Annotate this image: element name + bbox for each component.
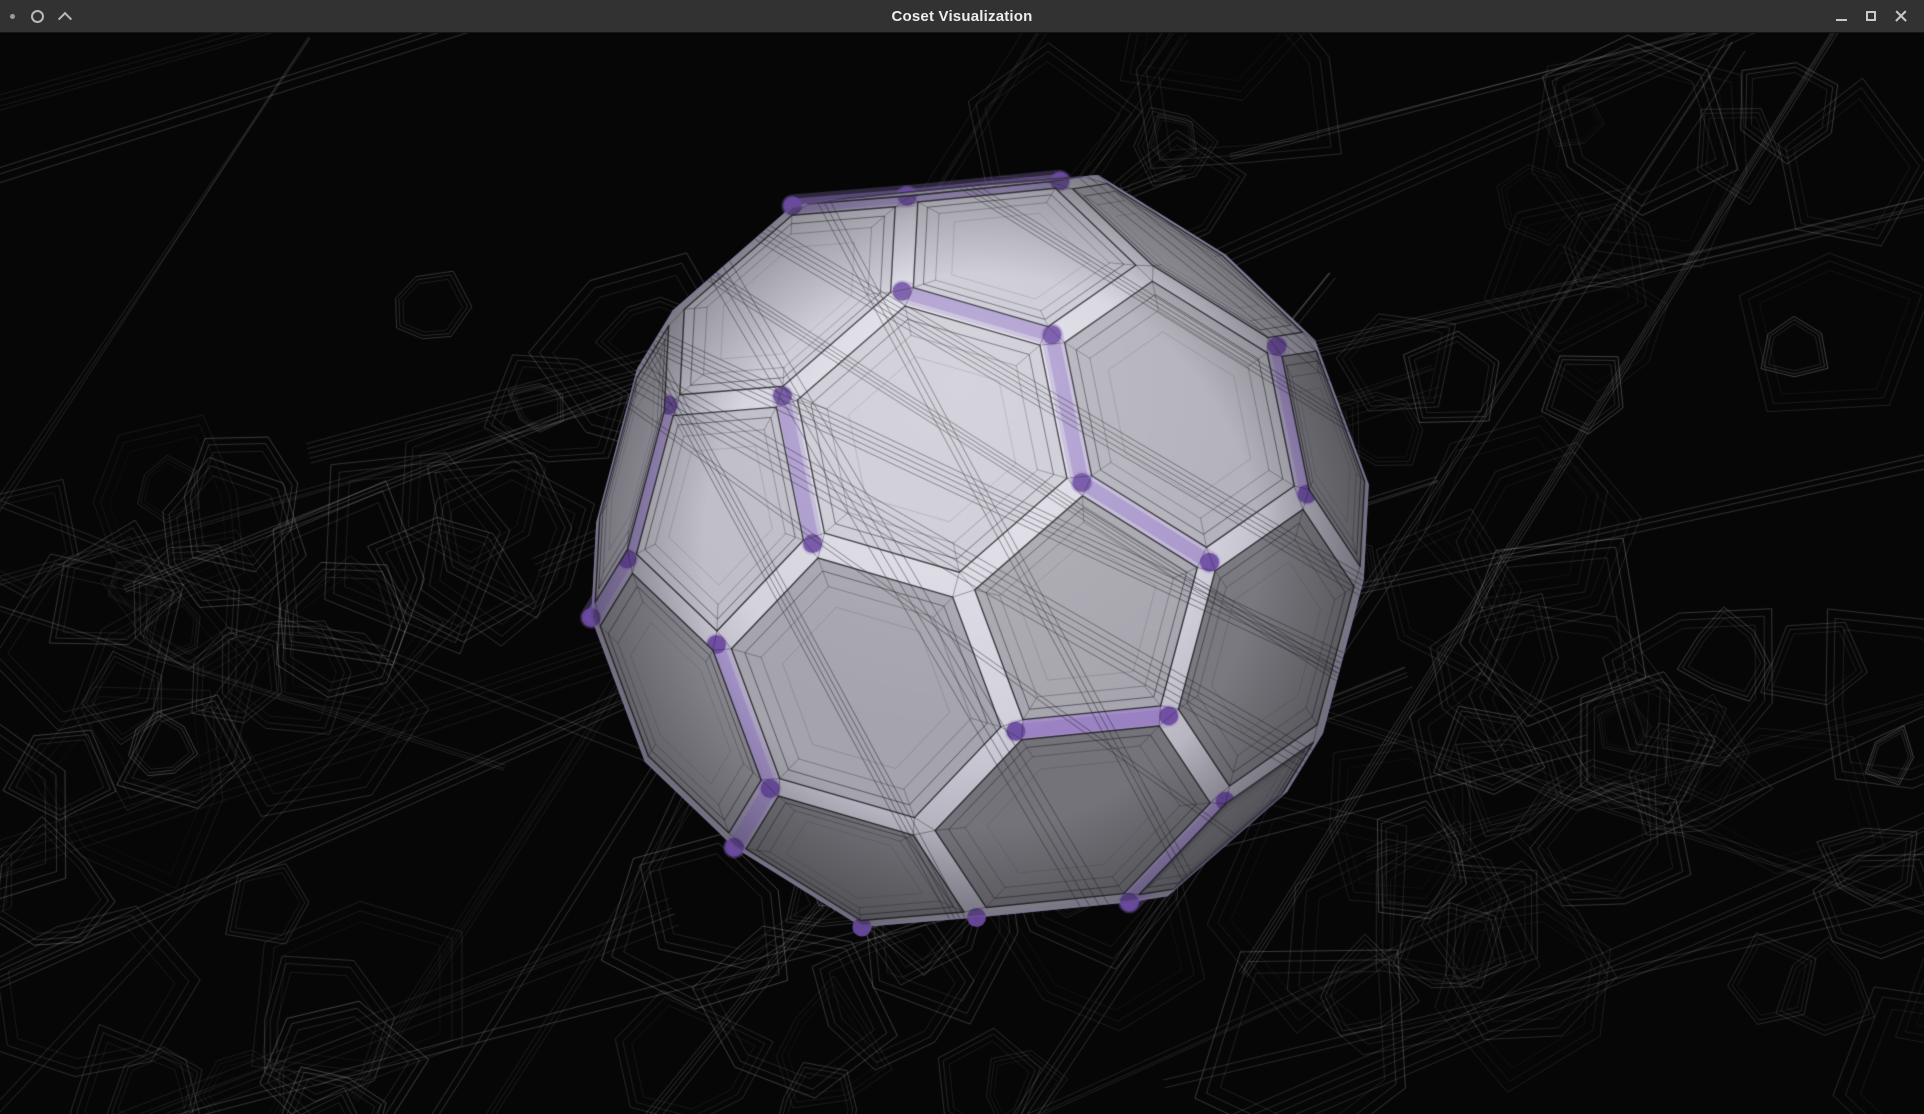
chevron-up-icon[interactable]	[58, 12, 72, 26]
titlebar-left-icons	[10, 0, 70, 32]
maximize-button[interactable]	[1856, 2, 1886, 30]
title-bar[interactable]: Coset Visualization	[0, 0, 1924, 33]
3d-viewport-canvas[interactable]	[0, 33, 1924, 1114]
viewport-container	[0, 33, 1924, 1114]
app-dot-icon	[10, 14, 15, 19]
window-controls	[1826, 0, 1916, 32]
minimize-icon	[1836, 19, 1847, 21]
app-window: Coset Visualization	[0, 0, 1924, 1114]
maximize-icon	[1866, 11, 1876, 21]
close-icon	[1894, 9, 1908, 23]
close-button[interactable]	[1886, 2, 1916, 30]
window-title: Coset Visualization	[0, 8, 1924, 25]
minimize-button[interactable]	[1826, 2, 1856, 30]
circle-icon[interactable]	[31, 10, 44, 23]
